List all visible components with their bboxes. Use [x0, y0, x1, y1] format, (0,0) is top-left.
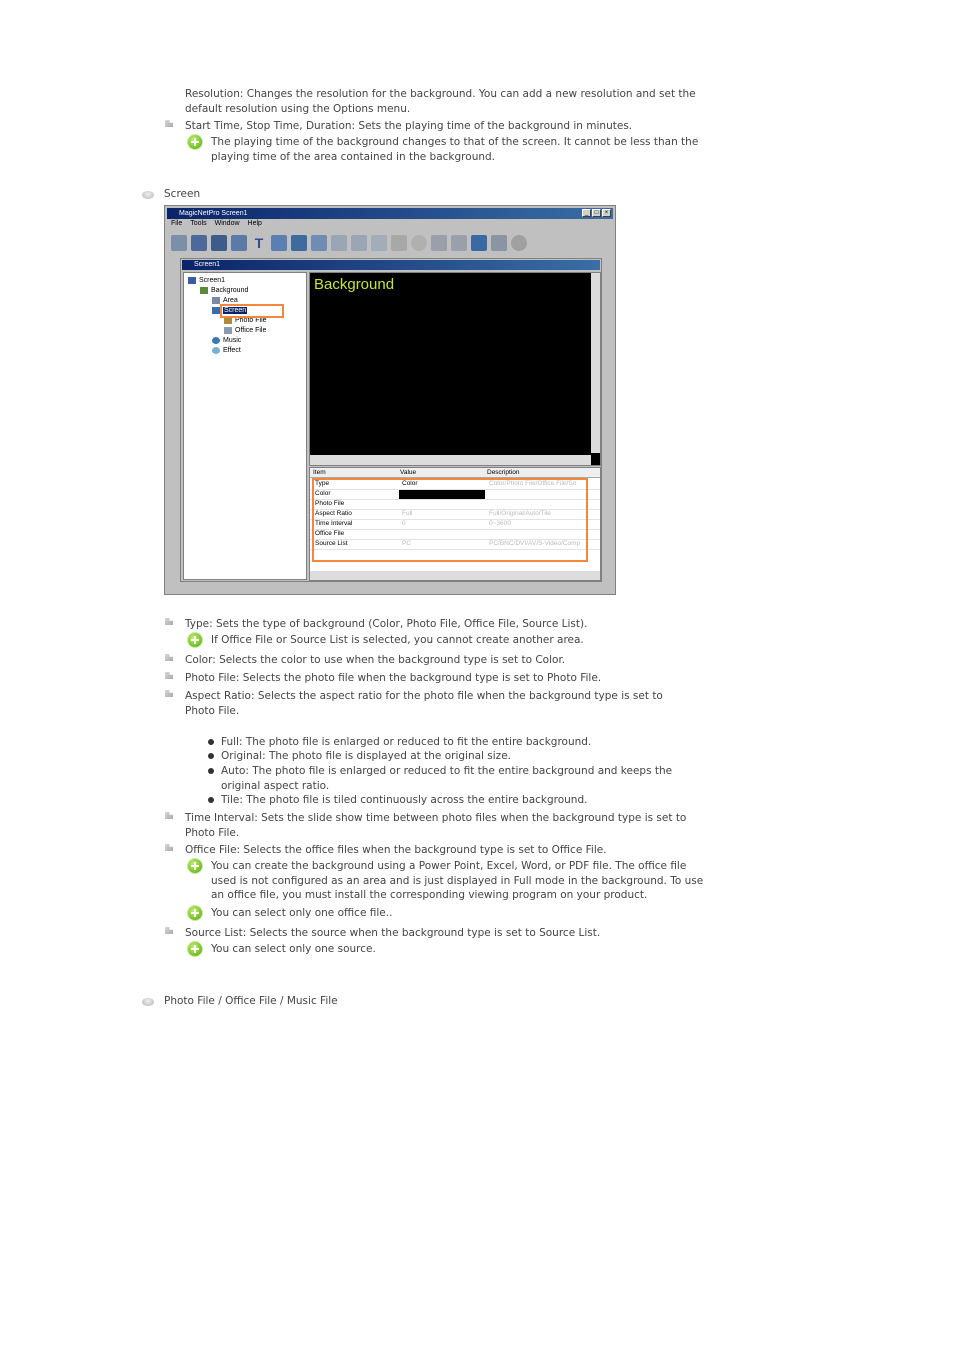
section-title-photo-file: Photo File / Office File / Music File: [164, 995, 338, 1007]
copy-icon[interactable]: [351, 235, 367, 251]
aspect-ratio-text: Aspect Ratio: Selects the aspect ratio f…: [185, 690, 663, 717]
screen-node-icon: [212, 306, 220, 314]
delete-icon[interactable]: [391, 235, 407, 251]
photo-file-text: Photo File: Selects the photo file when …: [185, 672, 602, 684]
paste-icon[interactable]: [371, 235, 387, 251]
grid-header: Item Value Description: [310, 468, 600, 478]
grid-header-value: Value: [400, 469, 417, 476]
monitor-icon[interactable]: [291, 235, 307, 251]
type-text: Type: Sets the type of background (Color…: [185, 618, 588, 630]
tree-panel: Screen1 Background Area Screen Photo Fil…: [183, 272, 307, 580]
app-screenshot: MagicNetPro Screen1 _ □ × File Tools Win…: [164, 205, 616, 595]
source-note: You can select only one source.: [211, 943, 376, 955]
tree-item-background[interactable]: Background: [200, 286, 248, 295]
resolution-text: Resolution: Changes the resolution for t…: [185, 88, 696, 115]
highlight-box-grid: [312, 478, 588, 562]
office-file-text: Office File: Selects the office files wh…: [185, 844, 607, 856]
plus-note-icon: [188, 859, 202, 873]
plus-note-icon: [188, 633, 202, 647]
dot-bullet-icon: [208, 768, 214, 774]
section-title-screen: Screen: [164, 188, 201, 200]
maximize-button[interactable]: □: [592, 209, 601, 217]
tree-item-music[interactable]: Music: [212, 336, 241, 345]
office-icon: [224, 326, 232, 334]
square-bullet-icon: [165, 672, 175, 680]
menu-window[interactable]: Window: [215, 220, 240, 230]
plus-note-icon: [188, 942, 202, 956]
grid-header-item: Item: [313, 469, 326, 476]
new-icon[interactable]: [171, 235, 187, 251]
app-title: MagicNetPro Screen1: [179, 210, 248, 217]
tree-item-office-file[interactable]: Office File: [224, 326, 266, 335]
aspect-option-tile: Tile: The photo file is tiled continuous…: [221, 794, 588, 806]
music-icon: [212, 336, 220, 344]
plus-note-icon: [188, 135, 202, 149]
screen-window-title: Screen1: [182, 260, 600, 270]
minimize-button[interactable]: _: [582, 209, 591, 217]
close-button[interactable]: ×: [602, 209, 611, 217]
grid-horizontal-scrollbar[interactable]: [310, 571, 600, 580]
preview-vertical-scrollbar[interactable]: [591, 273, 600, 453]
square-bullet-icon: [165, 618, 175, 626]
dot-bullet-icon: [208, 739, 214, 745]
tree-item-effect[interactable]: Effect: [212, 346, 241, 355]
square-bullet-icon: [165, 690, 175, 698]
square-bullet-icon: [165, 812, 175, 820]
screen-icon: [188, 276, 196, 284]
open-icon[interactable]: [191, 235, 207, 251]
area-icon: [212, 296, 220, 304]
start-time-note: The playing time of the background chang…: [211, 136, 699, 163]
plus-note-icon: [188, 906, 202, 920]
align2-icon[interactable]: [451, 235, 467, 251]
square-bullet-icon: [165, 927, 175, 935]
color-text: Color: Selects the color to use when the…: [185, 654, 566, 666]
square-bullet-icon: [165, 844, 175, 852]
square-bullet-icon: [165, 120, 175, 128]
screen-window: Screen1 Screen1 Background Area Screen P…: [180, 258, 602, 582]
office-note-2: You can select only one office file..: [211, 907, 393, 919]
info-icon[interactable]: [511, 235, 527, 251]
layout-icon[interactable]: [331, 235, 347, 251]
highlight-box-tree: [220, 304, 284, 318]
redo-icon[interactable]: [491, 235, 507, 251]
aspect-option-full: Full: The photo file is enlarged or redu…: [221, 736, 592, 748]
tree-item-screen1[interactable]: Screen1: [188, 276, 225, 285]
settings-icon[interactable]: [231, 235, 247, 251]
text-icon[interactable]: T: [251, 235, 267, 251]
undo-icon[interactable]: [471, 235, 487, 251]
aspect-option-auto: Auto: The photo file is enlarged or redu…: [221, 765, 673, 792]
section-bullet-icon: [142, 998, 154, 1006]
effect-icon: [212, 346, 220, 354]
preview-label: Background: [314, 276, 395, 293]
grid-header-description: Description: [487, 469, 520, 476]
align-icon[interactable]: [431, 235, 447, 251]
menubar: File Tools Window Help: [167, 220, 613, 230]
save-icon[interactable]: [211, 235, 227, 251]
type-note: If Office File or Source List is selecte…: [211, 634, 584, 646]
time-interval-text: Time Interval: Sets the slide show time …: [185, 812, 687, 839]
app-titlebar: MagicNetPro Screen1 _ □ ×: [167, 208, 613, 219]
dot-bullet-icon: [208, 753, 214, 759]
dot-bullet-icon: [208, 797, 214, 803]
picture-icon[interactable]: [311, 235, 327, 251]
image-icon[interactable]: [271, 235, 287, 251]
aspect-option-original: Original: The photo file is displayed at…: [221, 750, 511, 762]
section-bullet-icon: [142, 191, 154, 199]
menu-file[interactable]: File: [171, 220, 182, 230]
toolbar: T: [167, 232, 613, 254]
clock-icon[interactable]: [411, 235, 427, 251]
square-bullet-icon: [165, 654, 175, 662]
preview-horizontal-scrollbar[interactable]: [310, 455, 591, 465]
preview-panel: Background: [309, 272, 601, 466]
menu-tools[interactable]: Tools: [190, 220, 206, 230]
start-time-text: Start Time, Stop Time, Duration: Sets th…: [185, 120, 633, 132]
property-grid: Item Value Description Type Color Color/…: [309, 467, 601, 581]
menu-help[interactable]: Help: [248, 220, 262, 230]
office-note-1: You can create the background using a Po…: [211, 860, 704, 901]
background-icon: [200, 286, 208, 294]
source-list-text: Source List: Selects the source when the…: [185, 927, 601, 939]
